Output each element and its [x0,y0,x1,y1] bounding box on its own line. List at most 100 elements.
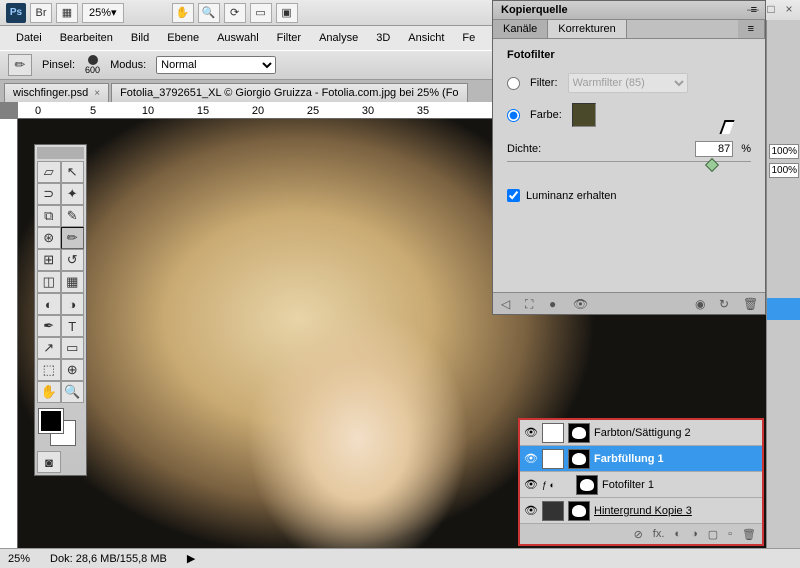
doc-tab-2[interactable]: Fotolia_3792651_XL © Giorgio Gruizza - F… [111,83,467,102]
minimize-btn[interactable]: — [746,2,760,16]
layer-thumb[interactable] [542,449,564,469]
brush-tool[interactable]: ✏ [61,227,85,249]
lasso-tool[interactable]: ⊃ [37,183,61,205]
ruler-vertical[interactable] [0,119,18,548]
toolbox-drag[interactable] [37,147,84,159]
density-slider[interactable] [507,161,751,175]
zoom-status[interactable]: 25% [8,553,30,565]
eye-icon[interactable]: 👁 [524,452,538,465]
status-arrow-icon[interactable]: ▶ [187,552,195,565]
doc-tab-1[interactable]: wischfinger.psd × [4,83,109,102]
gradient-tool[interactable]: ▦ [61,271,85,293]
eye-icon[interactable]: 👁 [524,478,538,491]
wand-tool[interactable]: ✦ [61,183,85,205]
clip-icon[interactable]: ● [549,297,563,311]
color-swatch[interactable] [572,103,596,127]
luminance-label: Luminanz erhalten [526,190,617,202]
layer-row[interactable]: 👁 Farbton/Sättigung 2 [520,420,762,446]
hand-tool[interactable]: ✋ [37,381,61,403]
dodge-tool[interactable]: ◑ [61,293,85,315]
mode-select[interactable]: Normal [156,56,276,74]
new-layer-icon[interactable]: ▫ [728,528,732,540]
crop-tool[interactable]: ⧉ [37,205,61,227]
layer-name: Hintergrund Kopie 3 [594,505,692,517]
bridge-icon[interactable]: Br [30,3,52,23]
eraser-tool[interactable]: ◫ [37,271,61,293]
blur-tool[interactable]: ◐ [37,293,61,315]
mask-thumb[interactable] [576,475,598,495]
panel-options-icon[interactable]: ≡ [738,20,765,38]
mask-icon[interactable]: ◐ [674,528,681,540]
trash-icon[interactable]: 🗑 [743,297,757,311]
layer-row[interactable]: 👁 Farbfüllung 1 [520,446,762,472]
close-tab-icon[interactable]: × [94,88,100,99]
stamp-tool[interactable]: ⊞ [37,249,61,271]
reset-icon[interactable]: ↻ [719,297,733,311]
tab-kanaele[interactable]: Kanäle [493,20,548,38]
history-brush-tool[interactable]: ↺ [61,249,85,271]
screen-mode-icon[interactable]: ▣ [276,3,298,23]
eyedropper-tool[interactable]: ✎ [61,205,85,227]
foreground-color[interactable] [39,409,63,433]
density-input[interactable] [695,141,733,157]
menu-bild[interactable]: Bild [123,29,157,47]
visibility-icon[interactable]: 👁 [573,297,587,311]
eye-icon[interactable]: 👁 [524,426,538,439]
adjustment-icon[interactable]: ◑ [691,528,698,540]
move-tool[interactable]: ▱ [37,161,61,183]
pen-tool[interactable]: ✒ [37,315,61,337]
close-btn[interactable]: × [782,2,796,16]
zoom-tool-icon[interactable]: 🔍 [198,3,220,23]
mask-thumb[interactable] [568,423,590,443]
panel-header[interactable]: Kopierquelle≡ [493,1,765,20]
eye-icon[interactable]: 👁 [524,504,538,517]
expand-icon[interactable]: ⛶ [525,297,539,311]
menu-ansicht[interactable]: Ansicht [400,29,452,47]
ps-logo-icon: Ps [6,3,26,23]
fill-field[interactable]: 100% [769,163,799,178]
quickmask-tool[interactable]: ◙ [37,451,61,473]
type-tool[interactable]: T [61,315,85,337]
link-icon[interactable]: ⊘ [634,528,643,541]
heal-tool[interactable]: ⊛ [37,227,61,249]
shape-tool[interactable]: ▭ [61,337,85,359]
marquee-tool[interactable]: ↖ [61,161,85,183]
menu-datei[interactable]: Datei [8,29,50,47]
folder-icon[interactable]: ▢ [708,528,718,541]
menu-bearbeiten[interactable]: Bearbeiten [52,29,121,47]
mask-thumb[interactable] [568,449,590,469]
opacity-field[interactable]: 100% [769,144,799,159]
menu-analyse[interactable]: Analyse [311,29,366,47]
rotate-view-icon[interactable]: ⟳ [224,3,246,23]
arrange-icon[interactable]: ▭ [250,3,272,23]
luminance-checkbox[interactable] [507,189,520,202]
history-icon[interactable]: ▦ [56,3,78,23]
fx-icon[interactable]: fx. [653,528,665,540]
layer-row[interactable]: 👁 Hintergrund Kopie 3 [520,498,762,524]
hand-tool-icon[interactable]: ✋ [172,3,194,23]
slider-thumb[interactable] [705,158,719,172]
current-tool-icon[interactable]: ✏ [8,54,32,76]
layer-thumb[interactable] [542,501,564,521]
mask-thumb[interactable] [568,501,590,521]
restore-btn[interactable]: □ [764,2,778,16]
menu-filter[interactable]: Filter [269,29,309,47]
back-icon[interactable]: ◁ [501,297,515,311]
menu-ebene[interactable]: Ebene [159,29,207,47]
3d-camera-tool[interactable]: ⊕ [61,359,85,381]
menu-3d[interactable]: 3D [368,29,398,47]
path-tool[interactable]: ↗ [37,337,61,359]
tab-korrekturen[interactable]: Korrekturen [548,20,626,38]
3d-tool[interactable]: ⬚ [37,359,61,381]
menu-fenster[interactable]: Fe [454,29,483,47]
color-radio[interactable] [507,109,520,122]
zoom-selector[interactable]: 25% ▾ [82,3,124,23]
layer-thumb[interactable] [542,423,564,443]
zoom-tool[interactable]: 🔍 [61,381,85,403]
menu-auswahl[interactable]: Auswahl [209,29,267,47]
delete-icon[interactable]: 🗑 [742,528,756,541]
prev-state-icon[interactable]: ◉ [695,297,709,311]
filter-radio[interactable] [507,77,520,90]
layer-row[interactable]: 👁 ƒ ◐ Fotofilter 1 [520,472,762,498]
tab-title: wischfinger.psd [13,87,88,99]
